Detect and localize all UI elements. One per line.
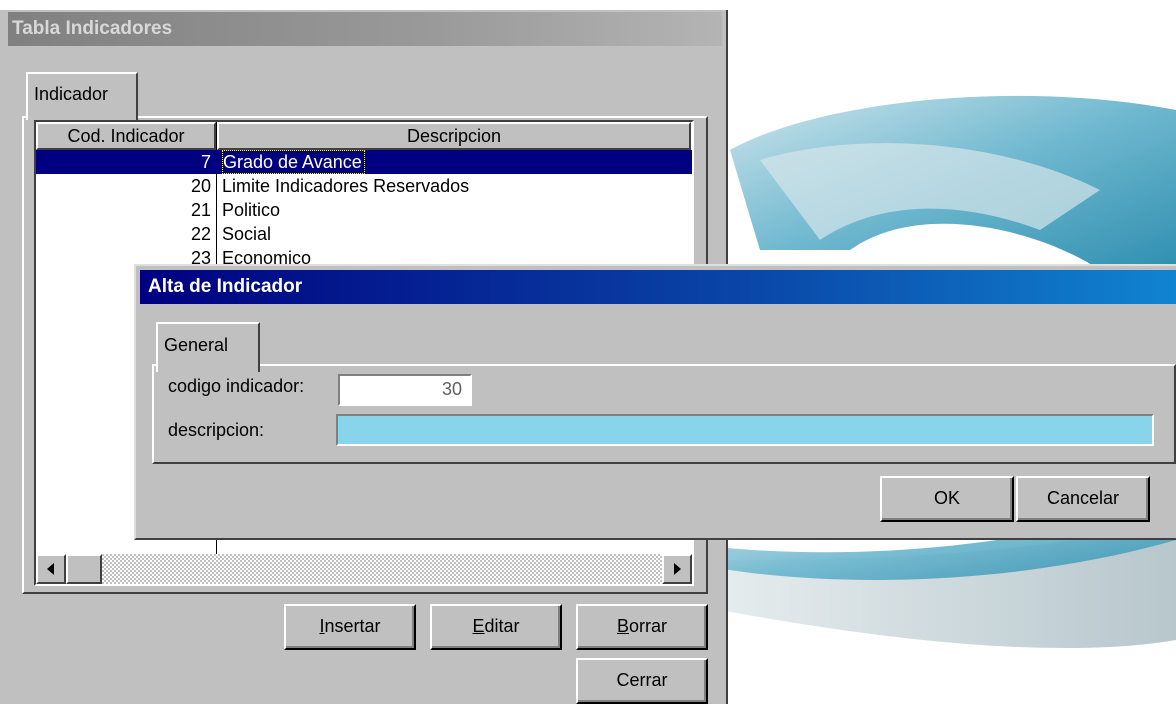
window-title: Tabla Indicadores — [12, 18, 173, 39]
dialog-title: Alta de Indicador — [148, 276, 303, 297]
column-header-code[interactable]: Cod. Indicador — [36, 122, 216, 150]
dialog-title-bar[interactable]: Alta de Indicador — [140, 270, 1176, 304]
code-field[interactable]: 30 — [338, 374, 472, 406]
cell-code: 22 — [190, 224, 211, 244]
description-field[interactable] — [336, 414, 1154, 446]
tab-indicador[interactable]: Indicador — [26, 72, 138, 120]
insertar-button[interactable]: Insertar — [284, 604, 416, 650]
scroll-left-button[interactable] — [36, 554, 66, 584]
cell-description: Limite Indicadores Reservados — [222, 176, 470, 196]
cell-description: Grado de Avance — [222, 150, 365, 174]
window-title-bar[interactable]: Tabla Indicadores — [8, 12, 722, 46]
scroll-thumb[interactable] — [66, 554, 102, 584]
cell-description: Politico — [222, 200, 281, 220]
scroll-right-button[interactable] — [662, 554, 692, 584]
column-header-description[interactable]: Descripcion — [217, 122, 691, 150]
arrow-right-icon — [674, 563, 681, 575]
table-row[interactable]: 22 Social — [36, 222, 692, 246]
description-label: descripcion: — [168, 420, 265, 440]
tab-label: General — [164, 335, 229, 355]
code-label: codigo indicador: — [168, 376, 305, 396]
cancel-button[interactable]: Cancelar — [1016, 476, 1150, 522]
cell-description: Social — [222, 224, 272, 244]
cell-code: 20 — [190, 176, 211, 196]
cell-code: 21 — [190, 200, 211, 220]
table-row[interactable]: 20 Limite Indicadores Reservados — [36, 174, 692, 198]
table-row[interactable]: 7 Grado de Avance — [36, 150, 692, 174]
arrow-left-icon — [47, 563, 54, 575]
cerrar-button[interactable]: Cerrar — [576, 658, 708, 704]
horizontal-scrollbar[interactable] — [36, 554, 692, 584]
editar-button[interactable]: Editar — [430, 604, 562, 650]
table-row[interactable]: 21 Politico — [36, 198, 692, 222]
tab-general[interactable]: General — [156, 322, 260, 372]
ok-button[interactable]: OK — [880, 476, 1014, 522]
alta-indicador-dialog: Alta de Indicador General codigo indicad… — [134, 264, 1176, 540]
tab-label: Indicador — [34, 84, 109, 104]
cell-code: 7 — [200, 152, 211, 172]
borrar-button[interactable]: Borrar — [576, 604, 708, 650]
